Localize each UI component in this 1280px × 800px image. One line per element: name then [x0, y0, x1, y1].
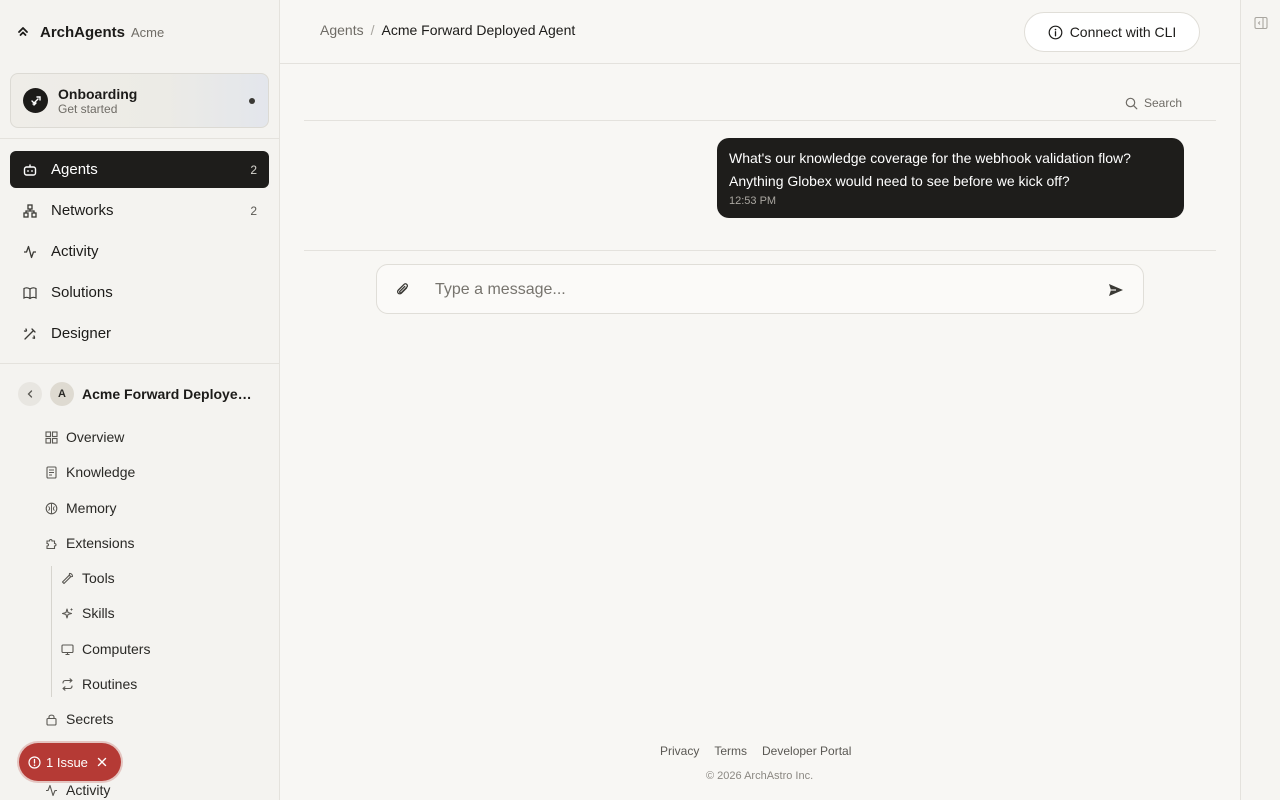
agent-nav-computers[interactable]: Computers — [60, 634, 150, 664]
agent-name[interactable]: Acme Forward Deployed Agent — [82, 386, 258, 402]
agent-nav-extensions[interactable]: Extensions — [44, 528, 134, 558]
agent-nav-overview[interactable]: Overview — [44, 422, 124, 452]
network-icon — [22, 203, 38, 219]
sidebar: ArchAgents Acme Onboarding Get started A… — [0, 0, 280, 800]
robot-icon — [22, 162, 38, 178]
copyright: © 2026 ArchAstro Inc. — [706, 770, 814, 782]
breadcrumb-current: Acme Forward Deployed Agent — [381, 22, 576, 38]
agent-nav-label: Skills — [82, 605, 115, 621]
nav-count: 2 — [250, 162, 257, 177]
org-name: Acme — [131, 24, 165, 40]
agent-nav-label: Activity — [66, 782, 111, 798]
issues-badge[interactable]: 1 Issue — [19, 743, 121, 781]
developer-portal-link[interactable]: Developer Portal — [762, 744, 851, 758]
search-label: Search — [1144, 96, 1183, 110]
agent-nav-secrets[interactable]: Secrets — [44, 704, 113, 734]
nav-item-designer[interactable]: Designer — [10, 315, 269, 352]
message-time: 12:53 PM — [729, 195, 777, 207]
agent-nav-tools[interactable]: Tools — [60, 563, 115, 593]
brand-name: ArchAgents — [40, 23, 126, 41]
paperclip-icon[interactable] — [395, 282, 411, 303]
nav-label: Designer — [51, 325, 112, 342]
agent-nav-skills[interactable]: Skills — [60, 598, 115, 628]
wrench-icon — [60, 571, 74, 585]
onboarding-title: Onboarding — [58, 85, 138, 102]
sparkle-rocket-icon — [23, 88, 48, 113]
tree-line — [51, 566, 52, 697]
agent-nav-label: Extensions — [66, 535, 135, 551]
divider — [304, 120, 1216, 121]
agent-nav-label: Overview — [66, 429, 125, 445]
agent-nav-label: Secrets — [66, 711, 114, 727]
nav-item-networks[interactable]: Networks 2 — [10, 192, 269, 229]
agent-nav-label: Knowledge — [66, 464, 136, 480]
agent-header: A Acme Forward Deployed Agent — [18, 382, 268, 406]
message-composer — [376, 264, 1144, 314]
archagents-logo-icon — [16, 25, 30, 39]
agent-nav-label: Memory — [66, 500, 117, 516]
alert-circle-icon — [28, 755, 41, 769]
agent-avatar: A — [50, 382, 74, 406]
agent-nav-label: Routines — [82, 676, 138, 692]
brand[interactable]: ArchAgents Acme — [16, 20, 164, 44]
top-bar: Agents / Acme Forward Deployed Agent Con… — [280, 0, 1240, 64]
wand-icon — [22, 326, 38, 342]
grid-icon — [44, 430, 58, 444]
agent-nav-knowledge[interactable]: Knowledge — [44, 457, 135, 487]
nav-item-solutions[interactable]: Solutions — [10, 274, 269, 311]
issues-label: 1 Issue — [46, 754, 88, 770]
message-text: What's our knowledge coverage for the we… — [729, 150, 1131, 189]
panel-toggle-icon[interactable] — [1254, 16, 1268, 35]
breadcrumb-separator: / — [370, 22, 375, 38]
repeat-icon — [60, 677, 74, 691]
close-icon[interactable] — [97, 757, 107, 767]
divider — [0, 138, 279, 139]
monitor-icon — [60, 642, 74, 656]
document-icon — [44, 465, 58, 479]
terms-link[interactable]: Terms — [714, 744, 747, 758]
nav-count: 2 — [250, 203, 257, 218]
nav-label: Activity — [51, 243, 99, 260]
search-icon — [1125, 97, 1138, 110]
privacy-link[interactable]: Privacy — [660, 744, 699, 758]
chevron-left-icon[interactable] — [18, 382, 42, 406]
breadcrumb-parent[interactable]: Agents — [320, 22, 364, 38]
nav-item-agents[interactable]: Agents 2 — [10, 151, 269, 188]
right-rail — [1240, 0, 1280, 800]
connect-cli-label: Connect with CLI — [1069, 24, 1177, 40]
search-button[interactable]: Search — [1125, 96, 1182, 110]
info-circle-icon — [1048, 25, 1063, 40]
nav-item-activity[interactable]: Activity — [10, 233, 269, 270]
lock-icon — [44, 712, 58, 726]
onboarding-card[interactable]: Onboarding Get started — [10, 73, 269, 128]
agent-nav-label: Computers — [82, 641, 151, 657]
agent-nav-label: Tools — [82, 570, 115, 586]
sparkles-icon — [60, 606, 74, 620]
onboarding-subtitle: Get started — [58, 101, 118, 116]
footer-links: Privacy Terms Developer Portal — [660, 744, 851, 758]
brain-icon — [44, 501, 58, 515]
onboarding-status-dot — [249, 98, 255, 104]
agent-nav-routines[interactable]: Routines — [60, 669, 137, 699]
puzzle-icon — [44, 536, 58, 550]
nav-label: Networks — [51, 202, 114, 219]
agent-nav-memory[interactable]: Memory — [44, 493, 117, 523]
divider — [0, 363, 279, 364]
message-input[interactable] — [435, 277, 1095, 303]
send-icon[interactable] — [1107, 282, 1125, 303]
connect-cli-button[interactable]: Connect with CLI — [1024, 12, 1200, 52]
breadcrumb: Agents / Acme Forward Deployed Agent — [320, 22, 575, 38]
activity-icon — [22, 244, 38, 260]
divider — [304, 250, 1216, 251]
nav-label: Agents — [51, 161, 98, 178]
book-icon — [22, 285, 38, 301]
message-bubble: What's our knowledge coverage for the we… — [717, 138, 1184, 218]
activity-icon — [44, 783, 58, 797]
nav-label: Solutions — [51, 284, 113, 301]
